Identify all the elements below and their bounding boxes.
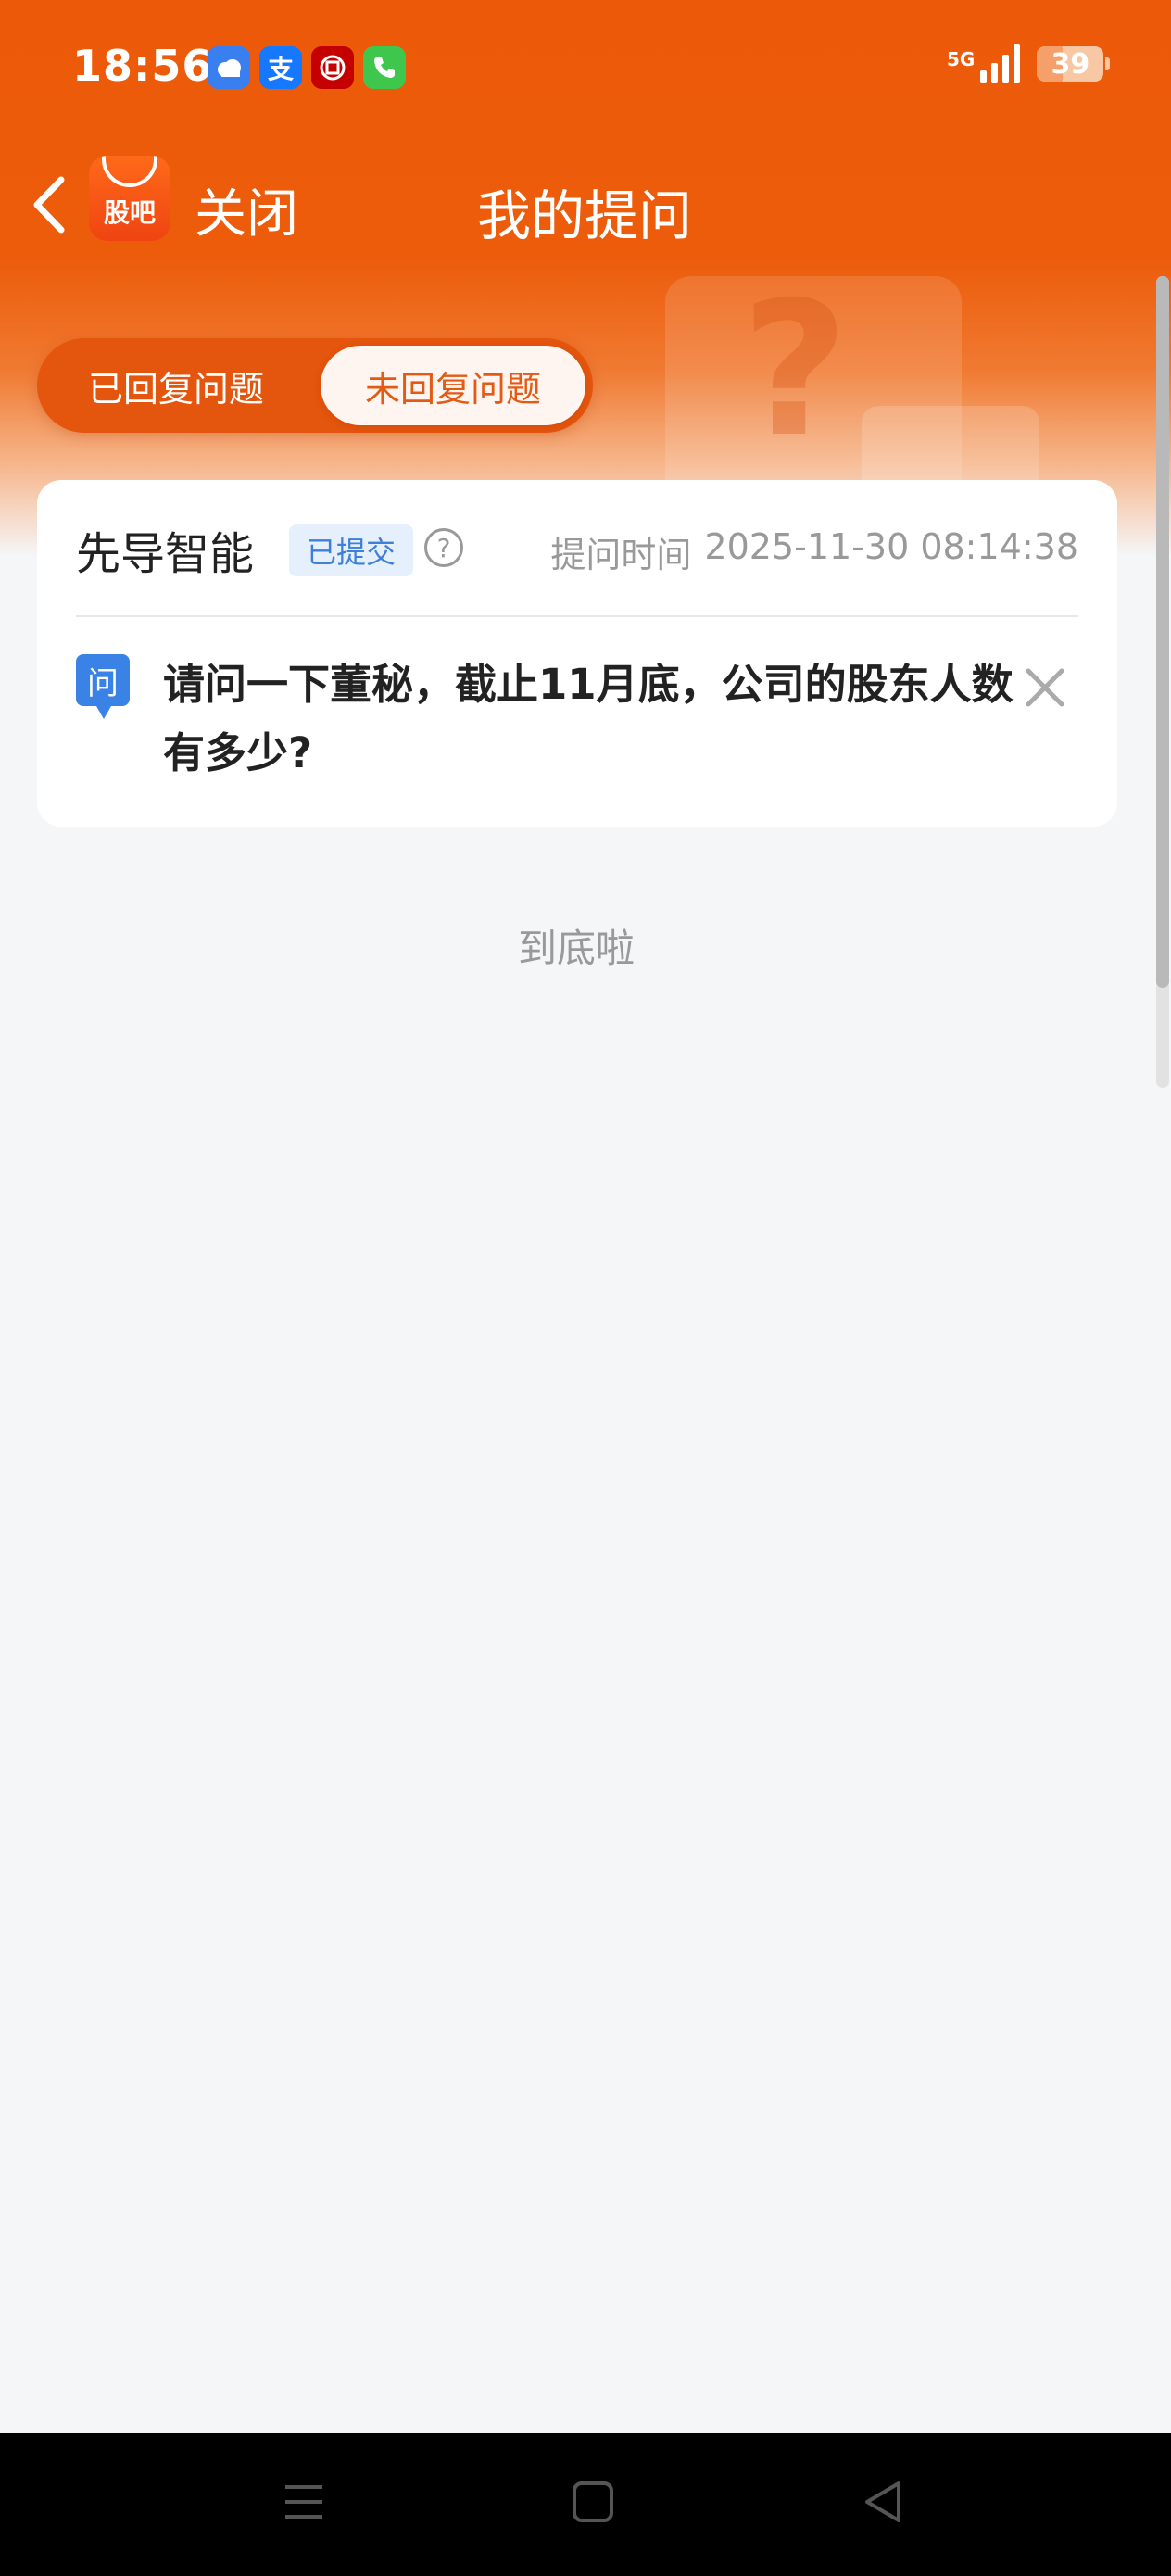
- battery-level: 39: [1051, 47, 1090, 81]
- scrollbar[interactable]: [1156, 276, 1169, 1088]
- back-triangle-icon: [865, 2481, 900, 2522]
- bank-icon: [311, 46, 354, 89]
- divider: [76, 615, 1078, 617]
- battery-icon: 39: [1037, 46, 1111, 82]
- home-square-icon: [573, 2481, 613, 2522]
- home-button[interactable]: [565, 2474, 621, 2530]
- chevron-left-icon: [33, 176, 65, 234]
- question-card[interactable]: 先导智能 已提交 ? 提问时间 2025-11-30 08:14:38 问 请问…: [37, 480, 1117, 827]
- logo-ring-icon: [102, 156, 157, 187]
- scrollbar-thumb[interactable]: [1156, 276, 1169, 988]
- end-of-list-text: 到底啦: [517, 926, 635, 971]
- tab-replied-questions[interactable]: 已回复问题: [37, 338, 315, 433]
- company-name: 先导智能: [76, 528, 255, 580]
- delete-button[interactable]: [1019, 662, 1071, 713]
- decorative-question-mark-icon: ?: [741, 262, 850, 478]
- question-text: 请问一下董秘，截止11月底，公司的股东人数有多少?: [163, 660, 1014, 777]
- status-time: 18:56: [72, 41, 213, 91]
- question-icon: 问: [76, 654, 130, 719]
- logo-text: 股吧: [103, 197, 156, 228]
- page-title: 我的提问: [477, 184, 693, 247]
- ask-time-value: 2025-11-30 08:14:38: [704, 526, 1078, 567]
- signal-icon: [980, 44, 1021, 83]
- back-nav-button[interactable]: [856, 2474, 912, 2530]
- ask-time: 提问时间 2025-11-30 08:14:38: [550, 526, 1078, 577]
- menu-icon: [285, 2485, 322, 2519]
- tab-unreplied-questions[interactable]: 未回复问题: [321, 346, 586, 425]
- close-icon: [1026, 668, 1064, 707]
- guba-logo: 股吧: [89, 156, 170, 241]
- phone-icon: [363, 46, 406, 89]
- status-indicators: 5G 39: [947, 44, 1111, 83]
- system-navigation-bar: [0, 2433, 1171, 2576]
- tab-switcher: 已回复问题 未回复问题: [37, 338, 593, 433]
- network-type: 5G: [947, 48, 976, 70]
- recent-apps-button[interactable]: [276, 2474, 332, 2530]
- alipay-icon: 支: [259, 46, 302, 89]
- status-badge: 已提交: [289, 524, 413, 576]
- ask-time-label: 提问时间: [550, 535, 692, 575]
- back-button[interactable]: [28, 172, 74, 237]
- status-app-icons: 支: [208, 46, 406, 89]
- close-button[interactable]: 关闭: [195, 172, 298, 247]
- help-icon[interactable]: ?: [424, 528, 463, 567]
- weather-icon: [208, 46, 250, 89]
